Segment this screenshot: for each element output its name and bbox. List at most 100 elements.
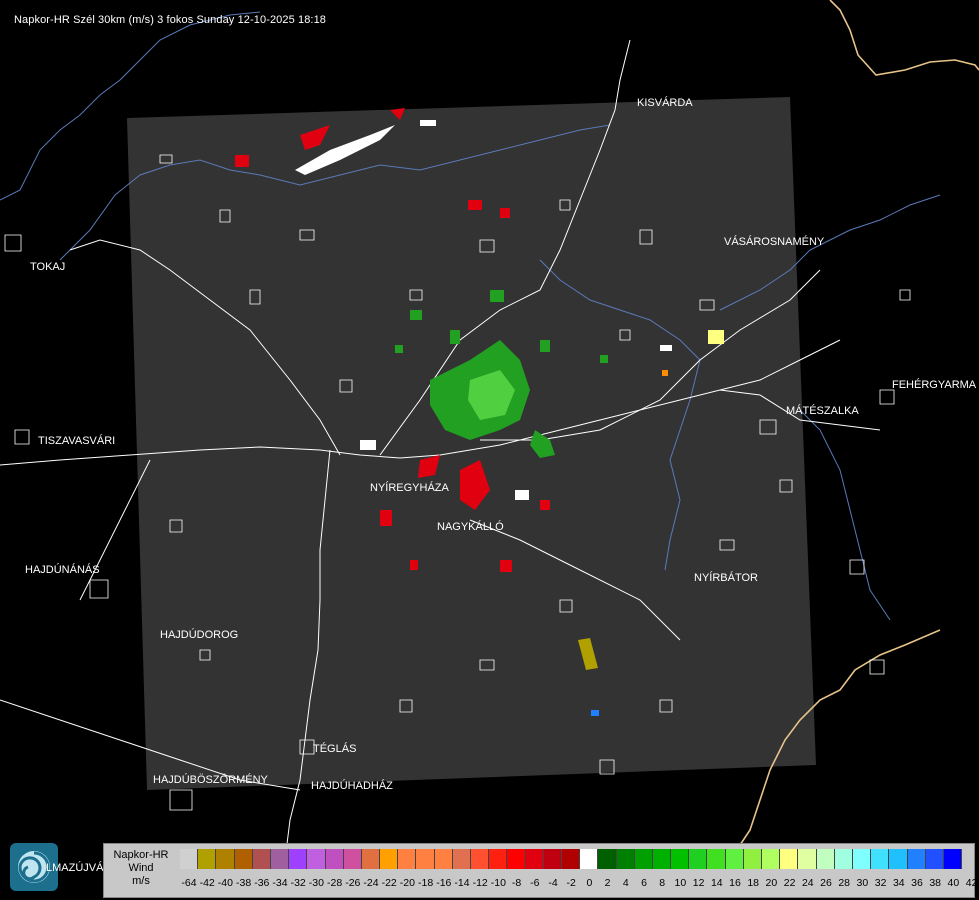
map-title: Napkor-HR Szél 30km (m/s) 3 fokos Sunday…	[14, 14, 327, 26]
legend-swatch	[762, 849, 781, 869]
legend-swatch	[398, 849, 417, 869]
legend-swatch	[361, 849, 381, 869]
legend-tick-label: 24	[801, 877, 814, 889]
legend-swatch	[270, 849, 290, 869]
legend-tick-label: -64	[181, 877, 197, 889]
legend-swatch	[198, 849, 217, 869]
legend-tick-label: 26	[820, 877, 832, 889]
legend-swatch	[543, 849, 562, 869]
legend-tick-label: -26	[345, 877, 361, 889]
legend-tick-label: 28	[838, 877, 851, 889]
legend-tick-label: -16	[436, 877, 452, 889]
legend-tick-label: -4	[548, 877, 558, 889]
legend-tick-label: 16	[729, 877, 741, 889]
legend-swatch	[380, 849, 399, 869]
legend-tick-label: -18	[418, 877, 434, 889]
legend-tick-label: 0	[586, 877, 593, 889]
legend-tick-label: -24	[363, 877, 379, 889]
legend-tick-label: -30	[308, 877, 324, 889]
legend-swatch	[743, 849, 762, 869]
legend-swatch	[180, 849, 199, 869]
legend-swatch	[671, 849, 690, 869]
legend-tick-label: 12	[692, 877, 705, 889]
legend-swatch	[852, 849, 872, 869]
legend-swatch	[925, 849, 944, 869]
city-label-tokaj: TOKAJ	[30, 261, 66, 273]
legend-swatch	[725, 849, 744, 869]
legend-swatch	[289, 849, 308, 869]
legend-tick-label: -2	[566, 877, 576, 889]
legend-tick-label: 42	[965, 877, 978, 889]
city-label-hajduboszormeny: HAJDÚBÖSZÖRMÉNY	[153, 774, 268, 786]
legend-swatch	[816, 849, 835, 869]
city-label-mateszalka: MÁTÉSZALKA	[786, 405, 859, 417]
legend-label-wind: Wind	[128, 862, 154, 874]
legend-swatch	[489, 849, 508, 869]
legend-tick-label: -14	[454, 877, 470, 889]
city-label-hajduhadhaz: HAJDÚHADHÁZ	[311, 780, 393, 792]
legend-ticks: -64 -42 -40 -38 -36 -34 -32 -30 -28 -26 -24 -22 -20-…	[180, 877, 977, 891]
legend-swatch	[889, 849, 908, 869]
legend-tick-label: 20	[765, 877, 778, 889]
legend-swatch	[943, 849, 963, 869]
legend-swatch	[598, 849, 617, 869]
legend-tick-label: 22	[783, 877, 796, 889]
legend-swatch	[216, 849, 235, 869]
legend-swatch	[871, 849, 890, 869]
city-label-tiszavasvari: TISZAVASVÁRI	[38, 435, 116, 447]
city-label-hajdunanas: HAJDÚNÁNÁS	[25, 564, 100, 576]
legend-swatch	[452, 849, 471, 869]
city-label-kisvarda: KISVÁRDA	[637, 97, 693, 109]
legend-tick-label: -6	[530, 877, 540, 889]
city-label-nyirbator: NYÍRBÁTOR	[694, 572, 758, 584]
legend-tick-label: -20	[399, 877, 415, 889]
legend-tick-label: -12	[472, 877, 488, 889]
legend-swatch	[707, 849, 726, 869]
legend-tick-label: -42	[199, 877, 215, 889]
city-label-balmazujvaros: LMAZÚJVÁR	[46, 862, 112, 874]
legend-swatch	[834, 849, 853, 869]
color-legend: Napkor-HR Wind m/s -64 -42 -40 -38 -36 -34 -32…	[103, 843, 977, 898]
legend-tick-label: 40	[947, 877, 960, 889]
legend-swatch	[234, 849, 253, 869]
legend-swatch	[616, 849, 635, 869]
legend-swatch	[471, 849, 490, 869]
legend-tick-label: 30	[856, 877, 869, 889]
legend-tick-label: 14	[710, 877, 723, 889]
legend-tick-label: 4	[622, 877, 629, 889]
legend-tick-label: -28	[327, 877, 343, 889]
legend-tick-label: -40	[217, 877, 233, 889]
legend-swatch	[907, 849, 926, 869]
legend-swatch	[798, 849, 817, 869]
legend-tick-label: 32	[874, 877, 887, 889]
legend-swatch	[307, 849, 326, 869]
legend-swatch	[689, 849, 708, 869]
city-label-nyiregyhaza: NYÍREGYHÁZA	[370, 482, 449, 494]
legend-tick-label: 6	[641, 877, 647, 889]
city-label-nagykallo: NAGYKÁLLÓ	[437, 521, 504, 533]
legend-tick-label: -36	[254, 877, 270, 889]
legend-label: Napkor-HR Wind m/s	[110, 849, 172, 888]
legend-tick-label: 36	[911, 877, 923, 889]
legend-tick-label: 10	[674, 877, 687, 889]
legend-tick-label: -22	[381, 877, 397, 889]
legend-tick-label: 18	[747, 877, 760, 889]
legend-swatch	[525, 849, 544, 869]
legend-swatch	[252, 849, 271, 869]
legend-tick-label: -8	[511, 877, 522, 889]
legend-tick-label: 8	[659, 877, 666, 889]
city-label-fehergyarmat: FEHÉRGYARMA	[892, 379, 977, 391]
city-label-teglas: TÉGLÁS	[313, 743, 357, 755]
legend-swatch	[416, 849, 435, 869]
legend-label-product: Napkor-HR	[113, 849, 169, 861]
legend-swatch	[780, 849, 799, 869]
radar-map	[0, 0, 979, 861]
legend-swatches	[180, 849, 963, 869]
legend-swatch	[325, 849, 344, 869]
legend-tick-label: 38	[929, 877, 942, 889]
legend-tick-label: -10	[490, 877, 506, 889]
legend-swatch	[507, 849, 526, 869]
legend-label-unit: m/s	[132, 875, 150, 887]
legend-swatch	[580, 849, 599, 869]
legend-swatch	[343, 849, 362, 869]
